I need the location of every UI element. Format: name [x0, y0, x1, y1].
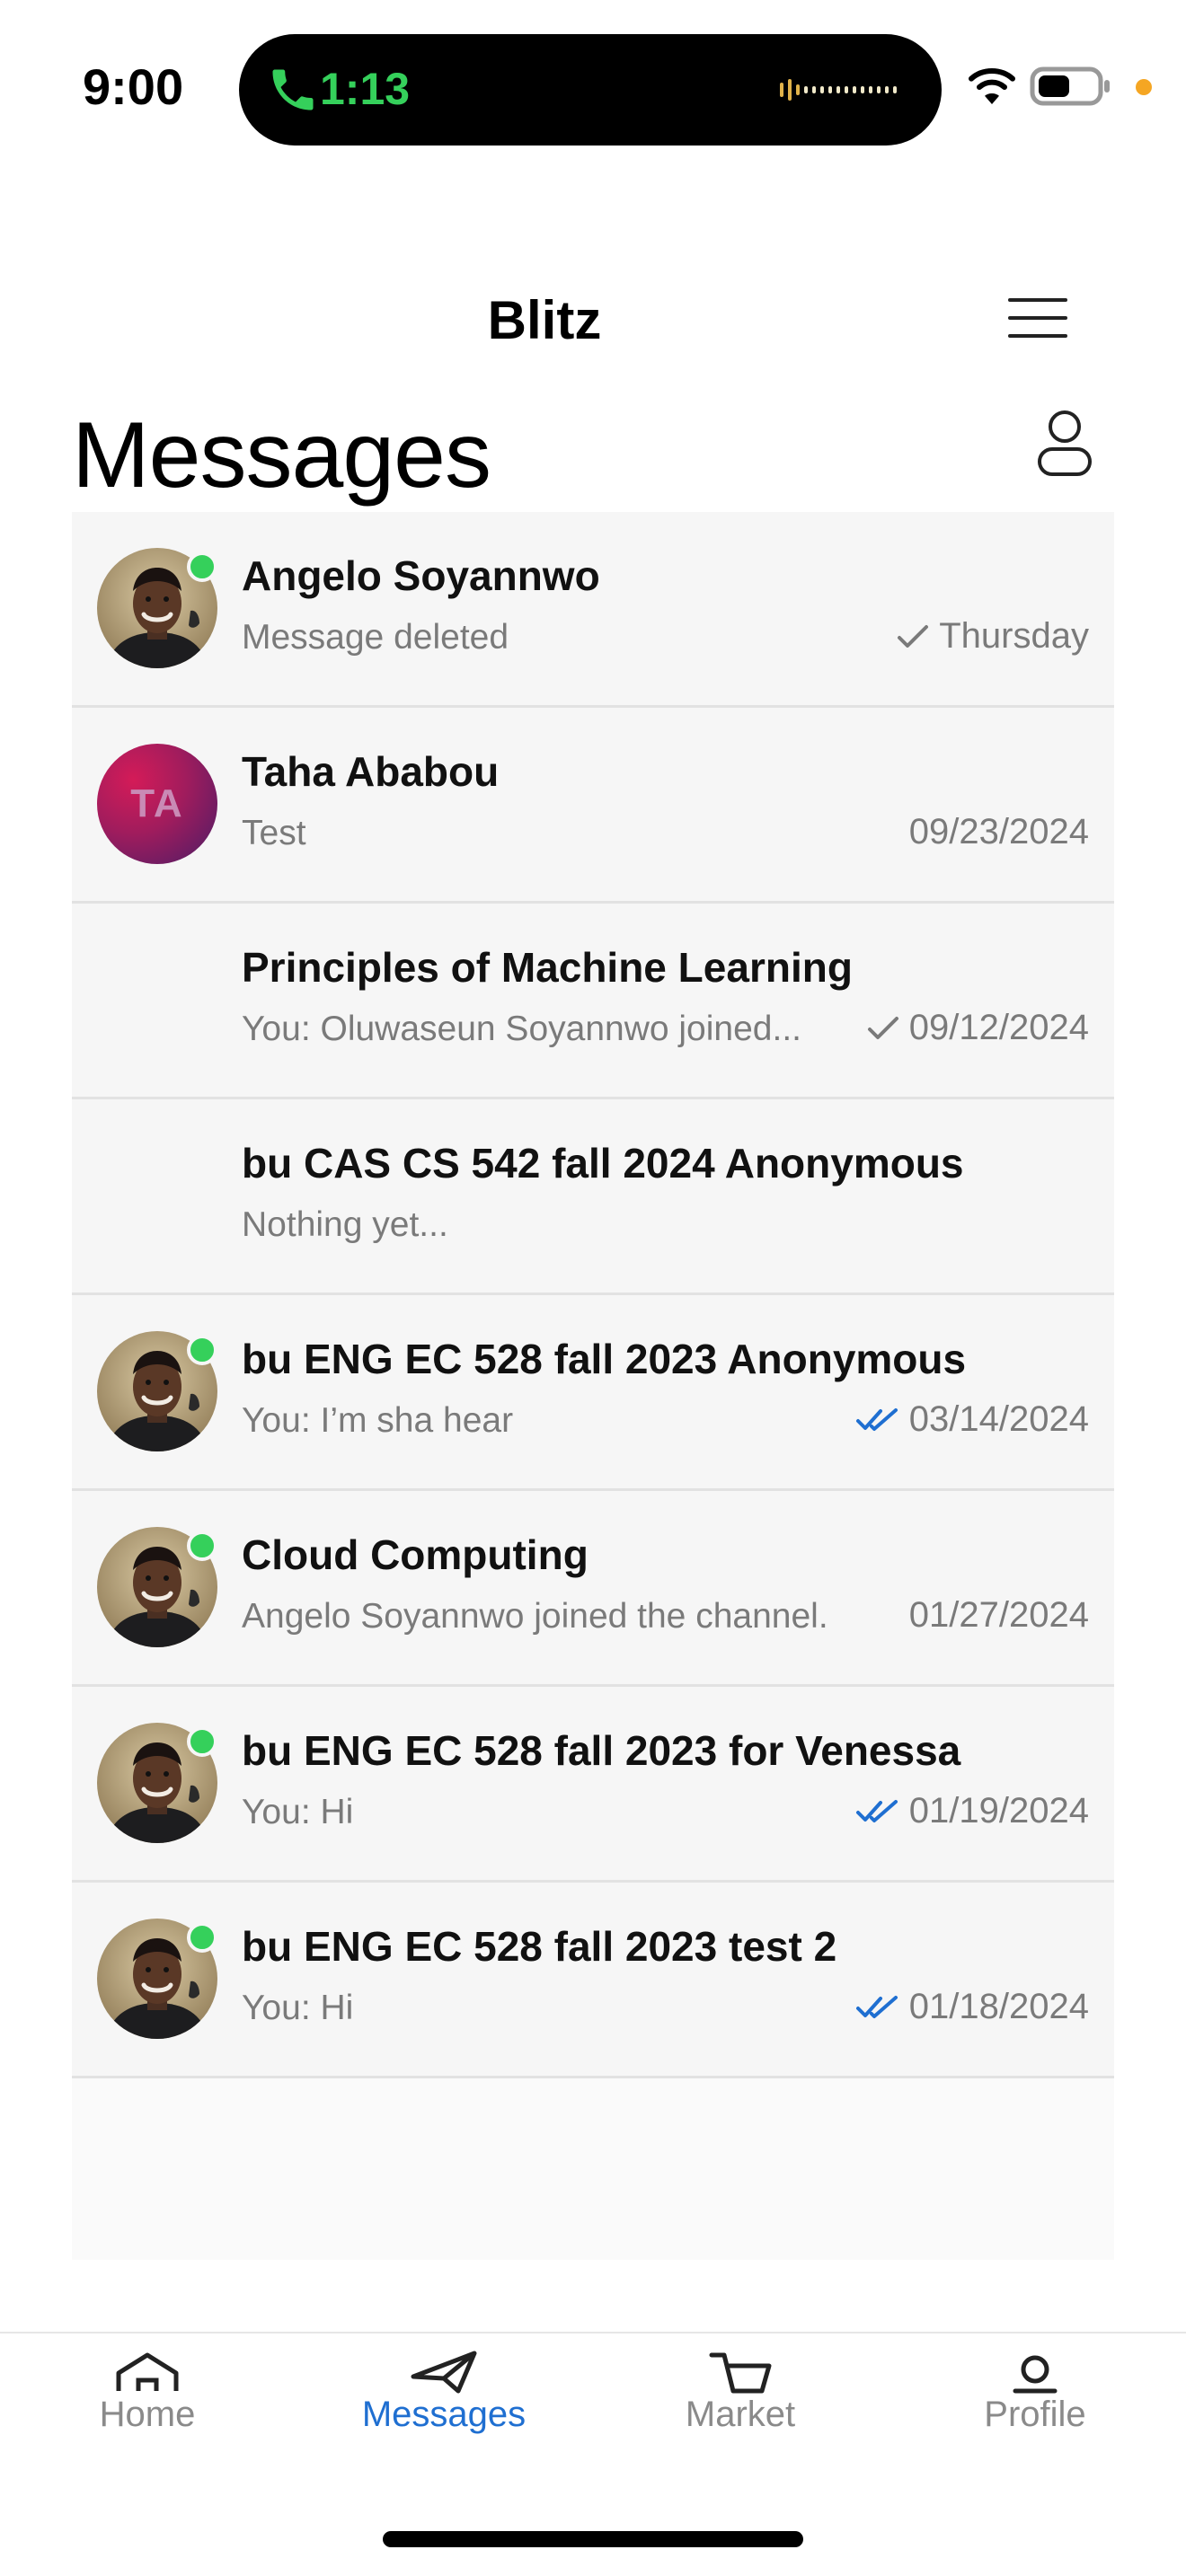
conversation-meta: 09/23/2024 — [909, 812, 1089, 852]
conversation-name: bu ENG EC 528 fall 2023 for Venessa — [242, 1727, 961, 1774]
tab-messages[interactable]: Messages — [336, 2350, 552, 2448]
online-status-dot — [187, 1726, 217, 1757]
call-duration: 1:13 — [320, 64, 411, 114]
conversation-date: 09/12/2024 — [908, 1008, 1089, 1047]
conversation-date: 01/27/2024 — [908, 1595, 1089, 1635]
online-status-dot — [187, 1531, 217, 1561]
call-pill[interactable]: 1:13 — [239, 34, 942, 146]
conversation-preview: You: Hi — [242, 1793, 354, 1831]
online-status-dot — [187, 1335, 217, 1365]
conversation-date: 09/23/2024 — [908, 812, 1089, 851]
conversation-meta: 01/27/2024 — [909, 1595, 1089, 1636]
tab-profile[interactable]: Profile — [927, 2350, 1143, 2448]
conversation-name: Angelo Soyannwo — [242, 552, 600, 599]
phone-icon — [272, 69, 314, 110]
battery-icon — [1030, 66, 1110, 106]
online-status-dot — [187, 1922, 217, 1953]
read-double-check-icon — [855, 1995, 898, 2018]
tab-market[interactable]: Market — [633, 2350, 848, 2448]
conversation-date: 01/18/2024 — [908, 1987, 1089, 2026]
read-double-check-icon — [855, 1799, 898, 1822]
conversation-row[interactable]: TA Taha Ababou Test 09/23/2024 — [72, 708, 1114, 904]
tab-home[interactable]: Home — [40, 2350, 255, 2448]
conversation-name: bu CAS CS 542 fall 2024 Anonymous — [242, 1140, 964, 1187]
conversation-date: 03/14/2024 — [908, 1399, 1089, 1439]
conversation-row[interactable]: bu ENG EC 528 fall 2023 for Venessa You:… — [72, 1687, 1114, 1883]
avatar — [97, 1527, 217, 1647]
conversation-row[interactable]: Cloud Computing Angelo Soyannwo joined t… — [72, 1491, 1114, 1687]
conversation-row[interactable]: bu ENG EC 528 fall 2023 Anonymous You: I… — [72, 1295, 1114, 1491]
home-indicator[interactable] — [383, 2531, 803, 2547]
paper-plane-icon — [411, 2351, 477, 2394]
tab-label: Home — [99, 2395, 196, 2434]
avatar — [97, 1331, 217, 1451]
conversation-row[interactable]: Angelo Soyannwo Message deleted Thursday — [72, 512, 1114, 708]
online-status-dot — [187, 551, 217, 582]
conversation-name: bu ENG EC 528 fall 2023 test 2 — [242, 1923, 837, 1970]
privacy-indicator-dot — [1136, 79, 1152, 95]
conversation-name: Principles of Machine Learning — [242, 944, 853, 991]
tab-label: Market — [685, 2395, 796, 2434]
avatar: TA — [97, 744, 217, 864]
audio-waveform-icon — [780, 79, 897, 101]
conversation-name: bu ENG EC 528 fall 2023 Anonymous — [242, 1336, 967, 1382]
conversation-row[interactable]: Principles of Machine Learning You: Oluw… — [72, 904, 1114, 1099]
home-icon — [116, 2352, 179, 2391]
conversation-preview: You: I’m sha hear — [242, 1401, 514, 1440]
conversation-meta: 01/18/2024 — [855, 1987, 1089, 2027]
wifi-icon — [969, 67, 1015, 104]
person-icon[interactable] — [1035, 408, 1094, 478]
conversation-meta: 09/12/2024 — [866, 1008, 1089, 1048]
conversation-date: 01/19/2024 — [908, 1791, 1089, 1831]
sent-check-icon — [867, 1016, 898, 1039]
conversation-preview: Angelo Soyannwo joined the channel. — [242, 1597, 828, 1636]
tab-label: Messages — [361, 2395, 527, 2434]
avatar — [97, 1723, 217, 1843]
conversation-row[interactable]: bu CAS CS 542 fall 2024 Anonymous Nothin… — [72, 1099, 1114, 1295]
cart-icon — [709, 2352, 772, 2394]
conversation-preview: Nothing yet... — [242, 1205, 448, 1244]
avatar — [97, 1919, 217, 2039]
conversation-date: Thursday — [939, 616, 1089, 656]
conversation-preview: Message deleted — [242, 618, 509, 657]
profile-icon — [1013, 2355, 1058, 2394]
avatar — [97, 548, 217, 668]
conversation-meta: 03/14/2024 — [855, 1399, 1089, 1440]
sent-check-icon — [898, 624, 929, 648]
conversation-row[interactable]: bu ENG EC 528 fall 2023 test 2 You: Hi 0… — [72, 1883, 1114, 2078]
read-double-check-icon — [855, 1407, 898, 1431]
conversation-name: Taha Ababou — [242, 748, 500, 795]
app-title: Blitz — [487, 290, 602, 350]
tab-label: Profile — [984, 2395, 1086, 2434]
status-bar: 9:00 1:13 — [0, 0, 1186, 180]
conversation-preview: Test — [242, 814, 306, 852]
page-title: Messages — [72, 403, 491, 507]
hamburger-menu-icon[interactable] — [1005, 293, 1071, 343]
conversation-preview: You: Hi — [242, 1989, 354, 2027]
conversation-name: Cloud Computing — [242, 1531, 589, 1578]
conversation-meta: 01/19/2024 — [855, 1791, 1089, 1831]
conversation-preview: You: Oluwaseun Soyannwo joined... — [242, 1010, 801, 1048]
status-time: 9:00 — [83, 58, 184, 115]
conversation-meta: Thursday — [896, 616, 1089, 657]
